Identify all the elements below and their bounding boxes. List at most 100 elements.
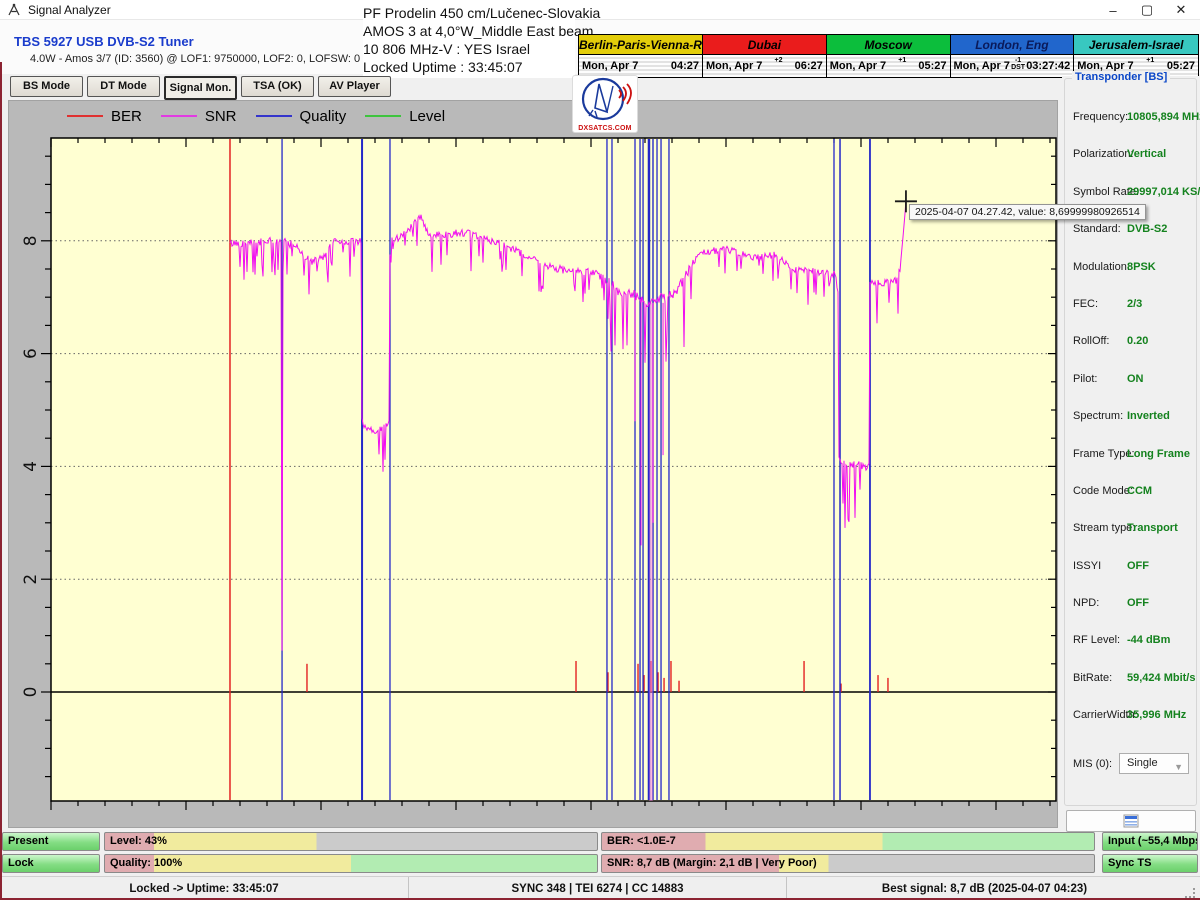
transponder-value: 29997,014 KS/s [1127, 186, 1200, 198]
transponder-label: Frequency: [1073, 111, 1128, 123]
clock-0: Berlin-Paris-Vienna-RomaMon, Apr 704:27 [579, 35, 703, 77]
statusbar-best-signal: Best signal: 8,7 dB (2025-04-07 04:23) [786, 877, 1182, 900]
legend-label: Quality [300, 108, 347, 125]
mis-dropdown[interactable]: Single ▼ [1119, 753, 1189, 774]
transponder-row: Polarization:Vertical [1065, 146, 1196, 183]
transponder-row: FEC:2/3 [1065, 296, 1196, 333]
clock-2: MoscowMon, Apr 7+105:27 [827, 35, 951, 77]
svg-text:6: 6 [21, 348, 41, 359]
window-left-edge [0, 62, 2, 898]
clock-time-row: Mon, Apr 7+105:27 [827, 55, 950, 77]
transponder-row: Code Mode:CCM [1065, 483, 1196, 520]
clock-time: 03:27:42 [1026, 60, 1073, 72]
transponder-row: BitRate: 59,424 Mbit/s [1065, 670, 1196, 707]
transponder-label: RF Level: [1073, 634, 1120, 646]
transponder-value: 59,424 Mbit/s [1127, 672, 1195, 684]
clock-date: Mon, Apr 7 [579, 60, 638, 72]
transponder-label: Pilot: [1073, 373, 1097, 385]
transponder-row: Spectrum: Inverted [1065, 408, 1196, 445]
chevron-down-icon: ▼ [1174, 758, 1183, 777]
statusbar-sync-counters: SYNC 348 | TEI 6274 | CC 14883 [408, 877, 786, 900]
status-row: PresentLevel: 43%BER: <1.0E-7Input (~55,… [2, 832, 1198, 851]
mode-tabs: BS ModeDT ModeSignal Mon.TSA (OK)AV Play… [10, 76, 391, 100]
window-title: Signal Analyzer [28, 3, 111, 17]
transponder-label: Standard: [1073, 223, 1121, 235]
legend-item-ber: BER [67, 108, 142, 125]
site-line-2: AMOS 3 at 4,0°W_Middle East beam [363, 22, 575, 40]
clock-time-row: Mon, Apr 7 +2 06:27 [703, 55, 826, 77]
transponder-value: 0.20 [1127, 335, 1148, 347]
transponder-value: ON [1127, 373, 1144, 385]
app-icon [7, 3, 22, 17]
status-badge-present: Present [2, 832, 100, 851]
transponder-value: Transport [1127, 522, 1178, 534]
clock-city-label: Moscow [827, 35, 950, 55]
tuner-name: TBS 5927 USB DVB-S2 Tuner [14, 34, 194, 49]
transponder-value: 35,996 MHz [1127, 709, 1186, 721]
transponder-value: Inverted [1127, 410, 1170, 422]
transponder-row: RF Level: -44 dBm [1065, 632, 1196, 669]
clock-time: 05:27 [1167, 60, 1198, 72]
clock-date: Mon, Apr 7 [951, 60, 1010, 72]
legend-item-quality: Quality [256, 108, 347, 125]
transponder-label: RollOff: [1073, 335, 1109, 347]
status-bar-ber: BER: <1.0E-7 [601, 832, 1095, 851]
site-info-block: PF Prodelin 450 cm/Lučenec-Slovakia AMOS… [363, 2, 575, 78]
mis-value: Single [1127, 757, 1158, 769]
statusbar-lock-uptime: Locked -> Uptime: 33:45:07 [0, 877, 408, 900]
list-icon [1123, 814, 1139, 828]
header-row: TBS 5927 USB DVB-S2 Tuner 4.0W - Amos 3/… [0, 20, 1200, 74]
tab-av-player[interactable]: AV Player [318, 76, 391, 97]
minimize-button[interactable]: – [1104, 3, 1122, 18]
tab-signal-mon-[interactable]: Signal Mon. [164, 76, 237, 100]
clock-utc-offset: +1 [1146, 55, 1154, 64]
satellite-dish-icon [573, 76, 637, 122]
signal-chart-panel[interactable]: BERSNRQualityLevel 02468 [8, 100, 1058, 828]
clock-1: Dubai Mon, Apr 7 +2 06:27 [703, 35, 827, 77]
clock-utc-offset: +2 [775, 55, 783, 64]
transponder-row: RollOff: 0.20 [1065, 333, 1196, 370]
signal-analyzer-window: Signal Analyzer – ▢ ✕ TBS 5927 USB DVB-S… [0, 0, 1200, 900]
clock-time: 06:27 [795, 60, 826, 72]
mis-label: MIS (0): [1073, 758, 1112, 770]
transponder-row: ISSYIOFF [1065, 558, 1196, 595]
status-badge-right: Sync TS [1102, 854, 1198, 873]
transponder-label: Modulation: [1073, 261, 1130, 273]
clock-date: Mon, Apr 7 [827, 60, 886, 72]
legend-line-sample [67, 115, 103, 117]
transponder-value: 8PSK [1127, 261, 1156, 273]
tab-tsa-ok-[interactable]: TSA (OK) [241, 76, 314, 97]
status-bar-quality: Quality: 100% [104, 854, 598, 873]
title-bar[interactable]: Signal Analyzer – ▢ ✕ [0, 0, 1200, 20]
transponder-label: NPD: [1073, 597, 1099, 609]
transponder-label: Polarization: [1073, 148, 1134, 160]
transponder-label: Spectrum: [1073, 410, 1123, 422]
transponder-value: Vertical [1127, 148, 1166, 160]
transponder-value: Long Frame [1127, 448, 1190, 460]
svg-text:4: 4 [21, 461, 41, 472]
transponder-value: 2/3 [1127, 298, 1142, 310]
transponder-label: Stream type: [1073, 522, 1135, 534]
clock-city-label: Berlin-Paris-Vienna-Roma [579, 35, 702, 55]
clock-date: Mon, Apr 7 [703, 60, 762, 72]
legend-line-sample [365, 115, 401, 117]
close-button[interactable]: ✕ [1172, 2, 1190, 18]
chart-tooltip: 2025-04-07 04.27.42, value: 8,6999998092… [909, 204, 1146, 220]
transponder-row: Frequency:10805,894 MHz [1065, 109, 1196, 146]
tuner-details: 4.0W - Amos 3/7 (ID: 3560) @ LOF1: 97500… [30, 53, 360, 65]
tab-dt-mode[interactable]: DT Mode [87, 76, 160, 97]
dxsatcs-logo: DXSATCS.COM [572, 75, 638, 133]
maximize-button[interactable]: ▢ [1138, 2, 1156, 18]
transponder-row: Stream type:Transport [1065, 520, 1196, 557]
ts-details-button[interactable] [1066, 810, 1196, 832]
transponder-label: BitRate: [1073, 672, 1112, 684]
transponder-value: -44 dBm [1127, 634, 1170, 646]
status-bar: Locked -> Uptime: 33:45:07 SYNC 348 | TE… [0, 876, 1200, 900]
clock-city-label: Dubai [703, 35, 826, 55]
transponder-sidebar: Transponder [BS] Frequency:10805,894 MHz… [1062, 76, 1199, 830]
status-badge-lock: Lock [2, 854, 100, 873]
legend-item-snr: SNR [161, 108, 237, 125]
tab-bs-mode[interactable]: BS Mode [10, 76, 83, 97]
clock-utc-offset: +1 [898, 55, 906, 64]
svg-text:8: 8 [21, 235, 41, 246]
